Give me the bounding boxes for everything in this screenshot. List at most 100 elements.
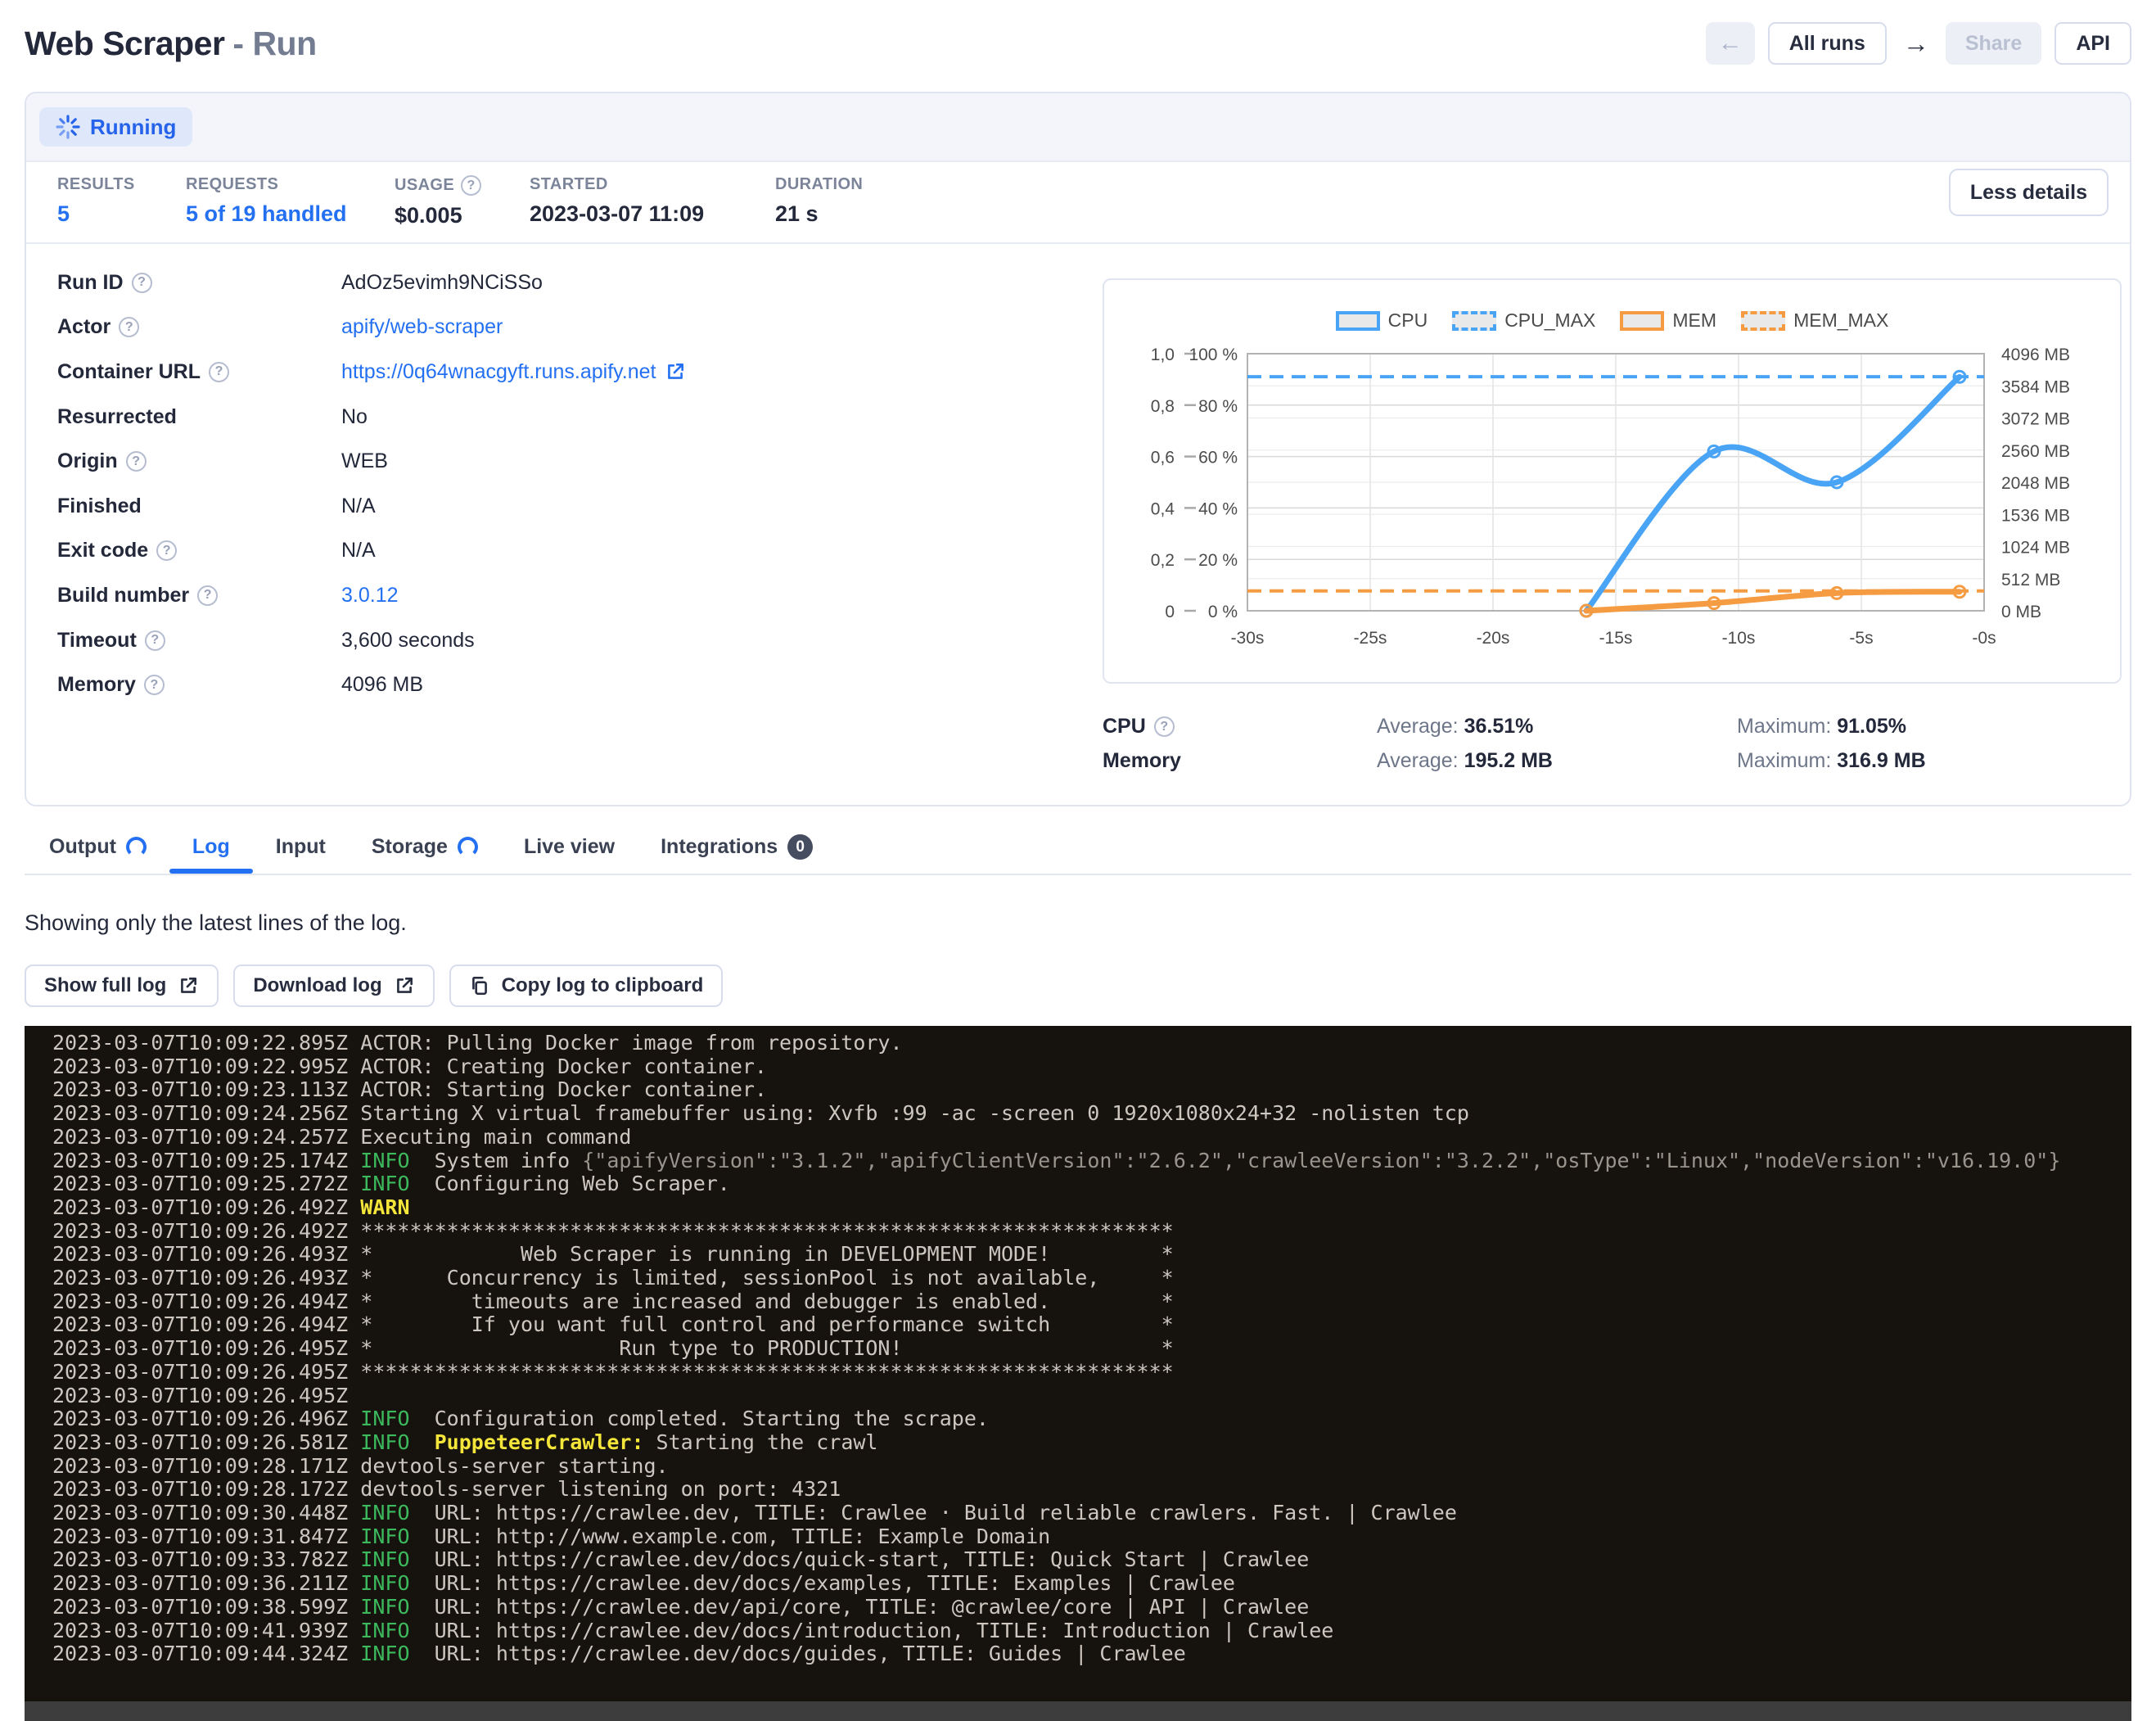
detail-value[interactable]: 3.0.12 — [341, 584, 399, 608]
detail-value[interactable]: apify/web-scraper — [341, 315, 503, 339]
svg-text:3584 MB: 3584 MB — [2001, 377, 2070, 396]
memory-average-label: Average: — [1377, 749, 1459, 772]
svg-text:2560 MB: 2560 MB — [2001, 442, 2070, 461]
svg-text:3072 MB: 3072 MB — [2001, 410, 2070, 429]
memory-maximum-value: 316.9 MB — [1837, 749, 1925, 772]
log-line: 2023-03-07T10:09:24.257Z Executing main … — [52, 1126, 2131, 1150]
tab-label: Input — [276, 835, 326, 859]
download-log-label: Download log — [253, 974, 381, 997]
api-button[interactable]: API — [2055, 22, 2131, 65]
log-line: 2023-03-07T10:09:23.113Z ACTOR: Starting… — [52, 1078, 2131, 1102]
detail-value[interactable]: https://0q64wnacgyft.runs.apify.net — [341, 360, 686, 384]
next-run-button[interactable]: → — [1900, 22, 1933, 65]
help-icon[interactable]: ? — [145, 630, 165, 651]
help-icon[interactable]: ? — [144, 675, 165, 695]
detail-label: Memory? — [57, 673, 341, 697]
cpu-label: CPU — [1103, 715, 1146, 739]
show-full-log-button[interactable]: Show full log — [25, 964, 219, 1007]
header-actions: ← All runs → Share API — [1706, 22, 2131, 65]
tab-output[interactable]: Output — [49, 820, 147, 874]
less-details-button[interactable]: Less details — [1949, 169, 2109, 216]
tab-storage[interactable]: Storage — [372, 820, 478, 874]
log-line: 2023-03-07T10:09:26.493Z * Web Scraper i… — [52, 1243, 2131, 1267]
tab-label: Log — [192, 835, 230, 859]
detail-value: WEB — [341, 449, 388, 473]
help-icon[interactable]: ? — [119, 317, 139, 337]
memory-metric-row: Memory Average: 195.2 MB Maximum: 316.9 … — [1103, 749, 2122, 773]
log-line: 2023-03-07T10:09:41.939Z INFO URL: https… — [52, 1619, 2131, 1643]
svg-text:0 %: 0 % — [1208, 603, 1238, 621]
log-note: Showing only the latest lines of the log… — [25, 910, 407, 936]
svg-text:4096 MB: 4096 MB — [2001, 346, 2070, 364]
detail-value: 4096 MB — [341, 673, 423, 697]
svg-text:1024 MB: 1024 MB — [2001, 539, 2070, 558]
stat-value[interactable]: 5 of 19 handled — [186, 201, 395, 227]
cpu-average-label: Average: — [1377, 715, 1459, 738]
memory-average-value: 195.2 MB — [1464, 749, 1553, 772]
metrics-chart-card: CPUCPU_MAXMEMMEM_MAX 1,00,80,60,40,20100… — [1103, 278, 2122, 684]
tab-label: Output — [49, 835, 116, 859]
log-line: 2023-03-07T10:09:38.599Z INFO URL: https… — [52, 1596, 2131, 1619]
log-console[interactable]: 2023-03-07T10:09:22.895Z ACTOR: Pulling … — [25, 1026, 2131, 1721]
help-icon[interactable]: ? — [197, 585, 218, 606]
log-scrollbar[interactable] — [25, 1701, 2131, 1721]
log-line: 2023-03-07T10:09:26.495Z — [52, 1384, 2131, 1408]
copy-log-label: Copy log to clipboard — [502, 974, 704, 997]
svg-text:0,6: 0,6 — [1151, 449, 1175, 468]
log-line: 2023-03-07T10:09:24.256Z Starting X virt… — [52, 1102, 2131, 1126]
all-runs-button[interactable]: All runs — [1768, 22, 1887, 65]
tab-integrations[interactable]: Integrations0 — [661, 820, 813, 874]
log-line: 2023-03-07T10:09:28.172Z devtools-server… — [52, 1478, 2131, 1502]
copy-log-button[interactable]: Copy log to clipboard — [449, 964, 724, 1007]
stat-value: 21 s — [775, 201, 863, 227]
cpu-maximum-label: Maximum: — [1737, 715, 1831, 738]
status-strip: Running — [26, 93, 2130, 162]
detail-value: N/A — [341, 539, 376, 562]
show-full-log-label: Show full log — [44, 974, 166, 997]
page: Web Scraper- Run ← All runs → Share API … — [0, 0, 2156, 1721]
svg-text:0,4: 0,4 — [1151, 499, 1175, 518]
cpu-maximum-value: 91.05% — [1837, 715, 1906, 738]
log-line: 2023-03-07T10:09:22.895Z ACTOR: Pulling … — [52, 1032, 2131, 1055]
detail-label: Finished — [57, 495, 341, 518]
page-title: Web Scraper- Run — [25, 25, 317, 63]
svg-text:-5s: -5s — [1849, 629, 1873, 648]
svg-text:0,8: 0,8 — [1151, 397, 1175, 416]
help-icon[interactable]: ? — [126, 451, 147, 472]
help-icon[interactable]: ? — [132, 273, 152, 293]
memory-label: Memory — [1103, 749, 1181, 773]
stat-label: STARTED — [530, 175, 775, 194]
stat-label: REQUESTS — [186, 175, 395, 194]
previous-run-button[interactable]: ← — [1706, 22, 1755, 65]
log-actions: Show full log Download log Copy log to c… — [25, 964, 723, 1007]
svg-text:40 %: 40 % — [1198, 499, 1238, 518]
download-log-button[interactable]: Download log — [233, 964, 434, 1007]
svg-text:1,0: 1,0 — [1151, 346, 1175, 364]
log-line: 2023-03-07T10:09:30.448Z INFO URL: https… — [52, 1502, 2131, 1525]
stat-requests: REQUESTS 5 of 19 handled — [186, 175, 395, 242]
svg-text:0,2: 0,2 — [1151, 551, 1175, 570]
page-subtitle: - Run — [232, 25, 316, 62]
loading-spinner-icon — [458, 837, 478, 857]
tab-input[interactable]: Input — [276, 820, 326, 874]
svg-text:512 MB: 512 MB — [2001, 571, 2060, 589]
stat-value: $0.005 — [395, 203, 530, 228]
stat-duration: DURATION 21 s — [775, 175, 863, 242]
help-icon[interactable]: ? — [209, 362, 229, 382]
detail-label: Build number? — [57, 584, 341, 608]
stat-value[interactable]: 5 — [57, 201, 186, 227]
help-icon[interactable]: ? — [1154, 716, 1175, 737]
stat-label: DURATION — [775, 175, 863, 194]
detail-label: Origin? — [57, 449, 341, 473]
log-line: 2023-03-07T10:09:26.495Z * Run type to P… — [52, 1337, 2131, 1361]
log-line: 2023-03-07T10:09:26.492Z ***************… — [52, 1220, 2131, 1244]
detail-label: Container URL? — [57, 360, 341, 384]
tab-count-badge: 0 — [787, 834, 813, 860]
help-icon[interactable]: ? — [461, 175, 481, 196]
svg-text:80 %: 80 % — [1198, 397, 1238, 416]
share-button[interactable]: Share — [1946, 22, 2041, 65]
help-icon[interactable]: ? — [156, 540, 177, 561]
status-label: Running — [90, 115, 176, 140]
tab-log[interactable]: Log — [192, 820, 230, 874]
tab-live-view[interactable]: Live view — [524, 820, 615, 874]
